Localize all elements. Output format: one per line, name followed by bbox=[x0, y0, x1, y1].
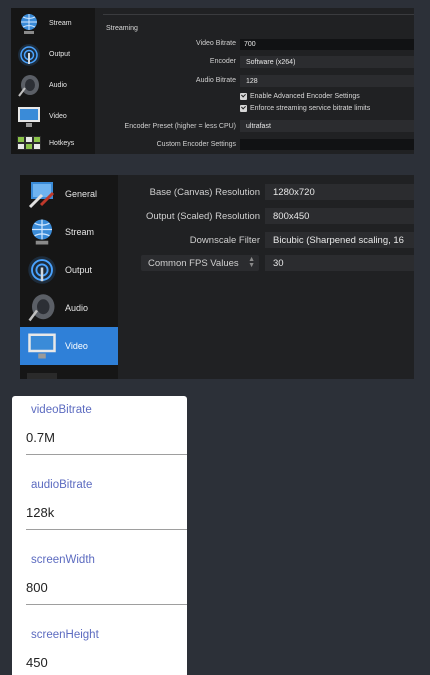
field-value[interactable]: 450 bbox=[26, 655, 48, 670]
sidebar-item-output[interactable]: Output bbox=[11, 39, 95, 70]
custom-encoder-label: Custom Encoder Settings bbox=[156, 141, 236, 148]
screen-width-field[interactable]: screenWidth 800 bbox=[12, 546, 187, 621]
sidebar-item-label: General bbox=[65, 189, 98, 199]
settings-sidebar: Stream Output Audio Video Hotkeys bbox=[11, 8, 95, 154]
settings-top-divider bbox=[103, 14, 414, 15]
sidebar-item-hotkeys-partial[interactable] bbox=[27, 373, 57, 379]
field-label: audioBitrate bbox=[31, 479, 93, 491]
field-label: videoBitrate bbox=[31, 404, 92, 416]
encoder-preset-label: Encoder Preset (higher = less CPU) bbox=[124, 123, 236, 130]
encoder-label: Encoder bbox=[209, 58, 236, 65]
sidebar-item-label: Stream bbox=[65, 227, 95, 237]
globe-icon bbox=[21, 13, 37, 34]
sidebar-item-label: Output bbox=[65, 265, 93, 275]
field-underline bbox=[26, 454, 187, 455]
fps-value-select[interactable]: 30 bbox=[265, 255, 414, 271]
audio-bitrate-field[interactable]: audioBitrate 128k bbox=[12, 471, 187, 546]
sidebar-item-hotkeys[interactable]: Hotkeys bbox=[11, 132, 95, 154]
output-form-card: videoBitrate 0.7M audioBitrate 128k scre… bbox=[12, 396, 187, 675]
sidebar-item-label: Stream bbox=[49, 20, 72, 27]
stream-settings-panel: Stream Output Audio Video Hotkeys Stream… bbox=[11, 8, 414, 154]
downscale-filter-select[interactable]: Bicubic (Sharpened scaling, 16 bbox=[265, 232, 414, 248]
sidebar-item-label: Video bbox=[49, 113, 67, 120]
checkbox-label: Enforce streaming service bitrate limits bbox=[250, 105, 371, 112]
video-bitrate-field[interactable]: 700 bbox=[240, 39, 414, 50]
sidebar-item-audio[interactable]: Audio bbox=[20, 289, 118, 327]
speaker-icon bbox=[28, 294, 55, 322]
video-bitrate-field[interactable]: videoBitrate 0.7M bbox=[12, 396, 187, 471]
encoder-select[interactable]: Software (x264) bbox=[240, 56, 414, 68]
field-value[interactable]: 0.7M bbox=[26, 430, 55, 445]
field-underline bbox=[26, 529, 187, 530]
sidebar-item-video[interactable]: Video bbox=[11, 101, 95, 132]
sidebar-item-label: Audio bbox=[65, 303, 89, 313]
downscale-filter-label: Downscale Filter bbox=[189, 235, 260, 246]
field-label: screenWidth bbox=[31, 554, 95, 566]
audio-bitrate-label: Audio Bitrate bbox=[195, 77, 236, 84]
settings-sidebar: General Stream Output Audio Video bbox=[20, 175, 118, 379]
sidebar-item-output[interactable]: Output bbox=[20, 251, 118, 289]
video-settings-panel: General Stream Output Audio Video Base (… bbox=[20, 175, 414, 379]
section-title: Streaming bbox=[106, 25, 138, 32]
checkbox-checked[interactable] bbox=[240, 105, 247, 112]
advanced-encoder-checkbox-row[interactable]: Enable Advanced Encoder Settings bbox=[240, 93, 360, 100]
sidebar-item-stream[interactable]: Stream bbox=[11, 8, 95, 39]
enforce-bitrate-checkbox-row[interactable]: Enforce streaming service bitrate limits bbox=[240, 105, 370, 112]
field-label: screenHeight bbox=[31, 629, 99, 641]
sidebar-item-video[interactable]: Video bbox=[20, 327, 118, 365]
checkbox-label: Enable Advanced Encoder Settings bbox=[250, 93, 360, 100]
screen-height-field[interactable]: screenHeight 450 bbox=[12, 621, 187, 675]
base-resolution-label: Base (Canvas) Resolution bbox=[149, 187, 260, 198]
custom-encoder-field[interactable] bbox=[240, 139, 414, 150]
fps-type-select[interactable]: Common FPS Values ▲ ▼ bbox=[141, 255, 259, 271]
broadcast-icon bbox=[18, 43, 40, 66]
sidebar-item-label: Video bbox=[65, 341, 88, 351]
field-value[interactable]: 128k bbox=[26, 505, 54, 520]
sidebar-item-stream[interactable]: Stream bbox=[20, 213, 118, 251]
updown-arrows-icon: ▲ ▼ bbox=[248, 256, 255, 269]
checkbox-checked[interactable] bbox=[240, 93, 247, 100]
sidebar-item-label: Output bbox=[49, 51, 71, 58]
sidebar-item-general[interactable]: General bbox=[20, 175, 118, 213]
video-bitrate-label: Video Bitrate bbox=[196, 40, 236, 47]
monitor-icon bbox=[28, 333, 56, 359]
broadcast-icon bbox=[28, 256, 56, 284]
field-value[interactable]: 800 bbox=[26, 580, 48, 595]
encoder-preset-select[interactable]: ultrafast bbox=[240, 120, 414, 132]
fps-type-label: Common FPS Values bbox=[148, 257, 239, 269]
monitor-icon bbox=[18, 106, 40, 127]
globe-icon bbox=[32, 219, 52, 245]
sidebar-item-audio[interactable]: Audio bbox=[11, 70, 95, 101]
speaker-icon bbox=[18, 74, 39, 97]
sidebar-item-label: Hotkeys bbox=[49, 139, 75, 147]
sidebar-item-label: Audio bbox=[49, 82, 67, 89]
output-resolution-label: Output (Scaled) Resolution bbox=[145, 211, 260, 222]
output-resolution-select[interactable]: 800x450 bbox=[265, 208, 414, 224]
general-settings-icon bbox=[28, 182, 55, 209]
keyboard-icon bbox=[17, 136, 41, 150]
audio-bitrate-select[interactable]: 128 bbox=[240, 75, 414, 87]
base-resolution-select[interactable]: 1280x720 bbox=[265, 184, 414, 200]
field-underline bbox=[26, 604, 187, 605]
